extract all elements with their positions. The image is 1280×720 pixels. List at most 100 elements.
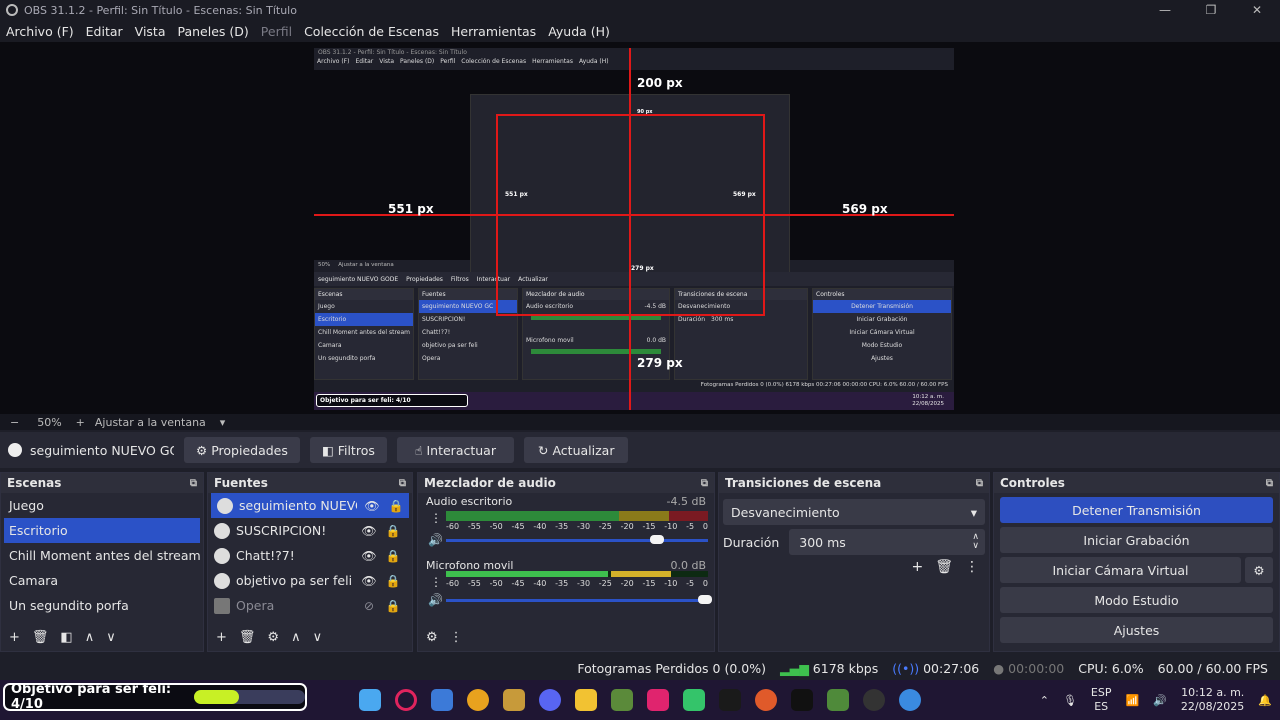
studio-mode-button[interactable]: Modo Estudio (1000, 587, 1273, 613)
scene-item[interactable]: Camara (1, 568, 203, 593)
trash-icon[interactable]: 🗑 (239, 630, 256, 645)
menu-perfil[interactable]: Perfil (261, 24, 292, 39)
obs-taskbar-icon[interactable] (863, 689, 885, 711)
transition-select[interactable]: Desvanecimiento ▾ (723, 499, 985, 525)
eye-off-icon[interactable]: ⊘ (360, 599, 378, 613)
advanced-audio-icon[interactable]: ⚙ (426, 630, 438, 645)
eye-icon[interactable]: 👁 (360, 524, 378, 538)
source-item[interactable]: SUSCRIPCION! 👁 🔒 (208, 518, 412, 543)
source-item[interactable]: objetivo pa ser feli 👁 🔒 (208, 568, 412, 593)
popout-icon[interactable]: ⧉ (976, 478, 983, 489)
source-item[interactable]: Opera ⊘ 🔒 (208, 593, 412, 618)
volume-slider[interactable] (446, 539, 708, 542)
scene-item-selected[interactable]: Escritorio (4, 518, 200, 543)
popout-icon[interactable]: ⧉ (1266, 478, 1273, 489)
more-options-icon[interactable]: ⋮ (430, 511, 442, 525)
settings-button[interactable]: Ajustes (1000, 617, 1273, 643)
add-icon[interactable]: + (911, 559, 923, 575)
language-indicator[interactable]: ESP ES (1091, 686, 1112, 714)
menu-ayuda[interactable]: Ayuda (H) (548, 24, 610, 39)
minimize-button[interactable]: — (1142, 3, 1188, 17)
refresh-button[interactable]: ↻ Actualizar (523, 437, 629, 463)
more-options-icon[interactable]: ⋮ (965, 559, 979, 575)
wifi-icon[interactable]: 📶 (1125, 694, 1139, 707)
stop-streaming-button[interactable]: Detener Transmisión (1000, 497, 1273, 523)
virtual-camera-settings-button[interactable]: ⚙ (1245, 557, 1273, 583)
popout-icon[interactable]: ⧉ (190, 478, 197, 489)
add-icon[interactable]: + (216, 630, 227, 645)
scene-item[interactable]: Chill Moment antes del stream (1, 543, 203, 568)
speaker-icon[interactable]: 🔊 (428, 533, 443, 547)
arrow-down-icon[interactable]: ∨ (106, 630, 116, 645)
eye-icon[interactable]: 👁 (360, 574, 378, 588)
minecraft-icon[interactable] (611, 689, 633, 711)
microphone-app-icon[interactable] (755, 689, 777, 711)
volume-slider-handle[interactable] (650, 535, 664, 544)
menu-archivo[interactable]: Archivo (F) (6, 24, 74, 39)
chevron-down-icon[interactable]: ▾ (220, 416, 226, 429)
spinner-icon[interactable]: ∧ ∨ (972, 533, 979, 551)
scene-item[interactable]: Juego (1, 493, 203, 518)
filter-icon[interactable]: ◧ (60, 630, 72, 645)
opera-gx-icon[interactable] (395, 689, 417, 711)
lock-icon[interactable]: 🔒 (384, 549, 402, 563)
tradingview-icon[interactable] (791, 689, 813, 711)
arrow-up-icon[interactable]: ∧ (291, 630, 301, 645)
zoom-in-button[interactable]: + (76, 416, 85, 429)
lock-icon[interactable]: 🔒 (384, 599, 402, 613)
preview-canvas[interactable]: OBS 31.1.2 - Perfil: Sin Título - Escena… (0, 42, 1280, 414)
app-pink-icon[interactable] (647, 689, 669, 711)
discord-icon[interactable] (539, 689, 561, 711)
windows-start-icon[interactable] (359, 689, 381, 711)
menu-coleccion-escenas[interactable]: Colección de Escenas (304, 24, 439, 39)
add-icon[interactable]: + (9, 630, 20, 645)
clock[interactable]: 10:12 a. m. 22/08/2025 (1181, 686, 1244, 714)
store-icon[interactable] (431, 689, 453, 711)
more-options-icon[interactable]: ⋮ (430, 575, 442, 589)
source-item[interactable]: Chatt!?7! 👁 🔒 (208, 543, 412, 568)
eye-icon[interactable]: 👁 (360, 549, 378, 563)
menu-editar[interactable]: Editar (86, 24, 123, 39)
trash-icon[interactable]: 🗑 (935, 559, 953, 575)
interact-button[interactable]: ☝ Interactuar (396, 437, 514, 463)
chrome-icon[interactable] (467, 689, 489, 711)
start-virtual-camera-button[interactable]: Iniciar Cámara Virtual (1000, 557, 1241, 583)
lock-icon[interactable]: 🔒 (384, 574, 402, 588)
mail-icon[interactable] (503, 689, 525, 711)
microphone-icon[interactable]: 🎙 (1063, 694, 1077, 707)
menu-paneles[interactable]: Paneles (D) (178, 24, 249, 39)
tray-expand-icon[interactable]: ⌃ (1040, 694, 1049, 707)
trash-icon[interactable]: 🗑 (32, 630, 49, 645)
zoom-out-button[interactable]: − (10, 416, 19, 429)
lock-icon[interactable]: 🔒 (384, 524, 402, 538)
gear-icon[interactable]: ⚙ (267, 630, 279, 645)
properties-button[interactable]: ⚙ Propiedades (184, 437, 300, 463)
volume-slider-handle[interactable] (698, 595, 712, 604)
close-button[interactable]: ✕ (1234, 3, 1280, 17)
popout-icon[interactable]: ⧉ (701, 478, 708, 489)
duration-input[interactable]: 300 ms ∧ ∨ (789, 529, 985, 555)
filters-button[interactable]: ◧ Filtros (309, 437, 387, 463)
menu-herramientas[interactable]: Herramientas (451, 24, 536, 39)
arrow-down-icon[interactable]: ∨ (313, 630, 323, 645)
minecraft-launcher-icon[interactable] (827, 689, 849, 711)
zoom-fit-select[interactable]: Ajustar a la ventana (95, 416, 206, 429)
more-options-icon[interactable]: ⋮ (450, 630, 463, 645)
lock-icon[interactable]: 🔒 (387, 499, 405, 513)
source-item[interactable]: seguimiento NUEVO GC 👁 🔒 (211, 493, 409, 518)
menu-vista[interactable]: Vista (135, 24, 166, 39)
app-h-icon[interactable] (683, 689, 705, 711)
maximize-button[interactable]: ❐ (1188, 3, 1234, 17)
chrome-alt-icon[interactable] (899, 689, 921, 711)
start-recording-button[interactable]: Iniciar Grabación (1000, 527, 1273, 553)
speaker-icon[interactable]: 🔊 (428, 593, 443, 607)
terminal-icon[interactable] (719, 689, 741, 711)
file-explorer-icon[interactable] (575, 689, 597, 711)
notification-icon[interactable]: 🔔 (1258, 694, 1272, 707)
volume-slider[interactable] (446, 599, 708, 602)
volume-icon[interactable]: 🔊 (1153, 694, 1167, 707)
eye-icon[interactable]: 👁 (363, 499, 381, 513)
popout-icon[interactable]: ⧉ (399, 478, 406, 489)
arrow-up-icon[interactable]: ∧ (85, 630, 95, 645)
scene-item[interactable]: Un segundito porfa (1, 593, 203, 618)
